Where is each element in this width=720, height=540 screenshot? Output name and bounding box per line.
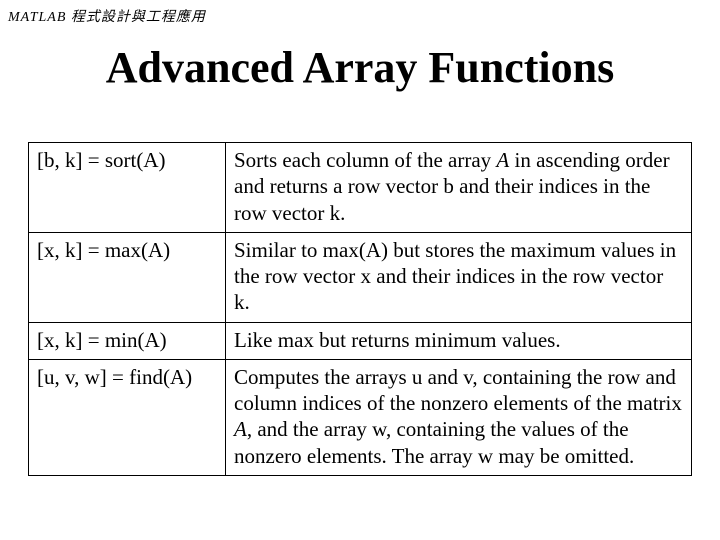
desc-cell: Similar to max(A) but stores the maximum… bbox=[226, 232, 692, 322]
table-row: [x, k] = min(A) Like max but returns min… bbox=[29, 322, 692, 359]
desc-text: Similar to max(A) but stores the maximum… bbox=[234, 238, 676, 315]
desc-cell: Computes the arrays u and v, containing … bbox=[226, 359, 692, 475]
table-row: [x, k] = max(A) Similar to max(A) but st… bbox=[29, 232, 692, 322]
fn-cell: [u, v, w] = find(A) bbox=[29, 359, 226, 475]
desc-italic: A bbox=[234, 417, 247, 441]
course-header: MATLAB 程式設計與工程應用 bbox=[8, 6, 206, 26]
desc-italic: A bbox=[496, 148, 509, 172]
desc-text: Like max but returns minimum values. bbox=[234, 328, 561, 352]
fn-cell: [x, k] = min(A) bbox=[29, 322, 226, 359]
desc-cell: Like max but returns minimum values. bbox=[226, 322, 692, 359]
slide-title: Advanced Array Functions bbox=[0, 42, 720, 93]
desc-text: Sorts each column of the array bbox=[234, 148, 496, 172]
fn-cell: [b, k] = sort(A) bbox=[29, 143, 226, 233]
desc-text: Computes the arrays u and v, containing … bbox=[234, 365, 682, 415]
functions-table: [b, k] = sort(A) Sorts each column of th… bbox=[28, 142, 692, 476]
desc-cell: Sorts each column of the array A in asce… bbox=[226, 143, 692, 233]
slide: MATLAB 程式設計與工程應用 Advanced Array Function… bbox=[0, 0, 720, 540]
fn-cell: [x, k] = max(A) bbox=[29, 232, 226, 322]
table-row: [b, k] = sort(A) Sorts each column of th… bbox=[29, 143, 692, 233]
table-row: [u, v, w] = find(A) Computes the arrays … bbox=[29, 359, 692, 475]
desc-text: , and the array w, containing the values… bbox=[234, 417, 634, 467]
